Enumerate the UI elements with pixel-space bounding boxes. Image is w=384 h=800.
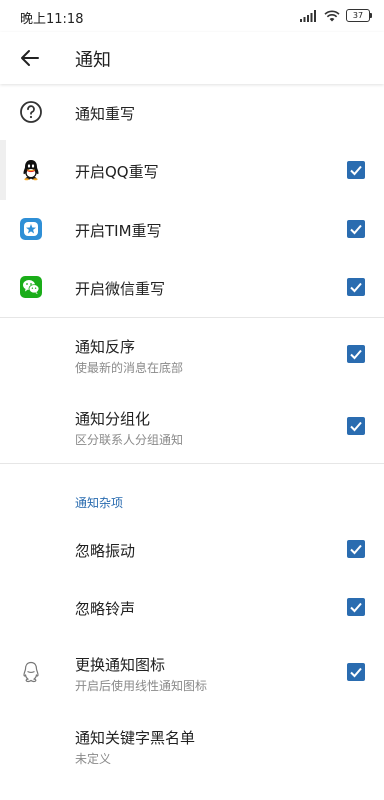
setting-reverse-order[interactable]: 通知反序 使最新的消息在底部 bbox=[0, 318, 384, 390]
battery-icon: 37 bbox=[346, 9, 372, 22]
wifi-icon bbox=[324, 10, 340, 21]
checkbox-checked[interactable] bbox=[347, 161, 365, 179]
status-bar: 晚上11:18 37 bbox=[0, 0, 384, 32]
setting-subtitle: 区分联系人分组通知 bbox=[75, 433, 184, 447]
setting-title: 通知重写 bbox=[75, 105, 136, 123]
check-icon bbox=[350, 421, 362, 432]
check-icon bbox=[350, 602, 362, 613]
help-circle-icon bbox=[20, 101, 42, 123]
checkbox-checked[interactable] bbox=[347, 540, 365, 558]
checkbox-checked[interactable] bbox=[347, 220, 365, 238]
setting-keyword-blacklist[interactable]: 通知关键字黑名单 未定义 bbox=[0, 708, 384, 780]
setting-wechat-rewrite[interactable]: 开启微信重写 bbox=[0, 258, 384, 316]
check-icon bbox=[350, 349, 362, 360]
arrow-left-icon bbox=[21, 50, 39, 66]
setting-subtitle: 使最新的消息在底部 bbox=[75, 361, 184, 375]
check-icon bbox=[350, 165, 362, 176]
page-title: 通知 bbox=[75, 50, 111, 71]
status-time: 晚上11:18 bbox=[20, 12, 84, 27]
setting-title: 通知分组化 bbox=[75, 410, 151, 428]
setting-ignore-ringtone[interactable]: 忽略铃声 bbox=[0, 578, 384, 636]
setting-ignore-vibrate[interactable]: 忽略振动 bbox=[0, 520, 384, 578]
setting-subtitle: 开启后使用线性通知图标 bbox=[75, 679, 208, 693]
back-button[interactable] bbox=[16, 44, 44, 72]
status-icons: 37 bbox=[300, 9, 372, 22]
setting-title: 开启微信重写 bbox=[75, 280, 166, 298]
setting-title: 更换通知图标 bbox=[75, 656, 166, 674]
qq-outline-icon bbox=[23, 661, 39, 683]
setting-title: 通知关键字黑名单 bbox=[75, 729, 196, 747]
setting-title: 忽略铃声 bbox=[75, 600, 136, 618]
checkbox-checked[interactable] bbox=[347, 278, 365, 296]
tim-icon bbox=[20, 218, 42, 240]
wechat-icon bbox=[20, 276, 42, 298]
setting-title: 开启TIM重写 bbox=[75, 222, 162, 240]
check-icon bbox=[350, 224, 362, 235]
checkbox-checked[interactable] bbox=[347, 417, 365, 435]
signal-icon bbox=[300, 9, 316, 22]
section-header: 通知杂项 bbox=[75, 496, 124, 510]
setting-title: 忽略振动 bbox=[75, 542, 136, 560]
qq-icon bbox=[23, 160, 39, 181]
setting-group-notify[interactable]: 通知分组化 区分联系人分组通知 bbox=[0, 390, 384, 462]
checkbox-checked[interactable] bbox=[347, 345, 365, 363]
check-icon bbox=[350, 544, 362, 555]
app-bar: 通知 bbox=[0, 32, 384, 84]
setting-title: 开启QQ重写 bbox=[75, 163, 159, 181]
check-icon bbox=[350, 667, 362, 678]
setting-notify-rewrite[interactable]: 通知重写 bbox=[0, 84, 384, 140]
setting-change-icon[interactable]: 更换通知图标 开启后使用线性通知图标 bbox=[0, 636, 384, 708]
check-icon bbox=[350, 282, 362, 293]
divider bbox=[0, 463, 384, 464]
setting-subtitle: 未定义 bbox=[75, 752, 112, 766]
setting-title: 通知反序 bbox=[75, 338, 136, 356]
checkbox-checked[interactable] bbox=[347, 598, 365, 616]
setting-tim-rewrite[interactable]: 开启TIM重写 bbox=[0, 200, 384, 258]
setting-qq-rewrite[interactable]: 开启QQ重写 bbox=[0, 141, 384, 199]
checkbox-checked[interactable] bbox=[347, 663, 365, 681]
